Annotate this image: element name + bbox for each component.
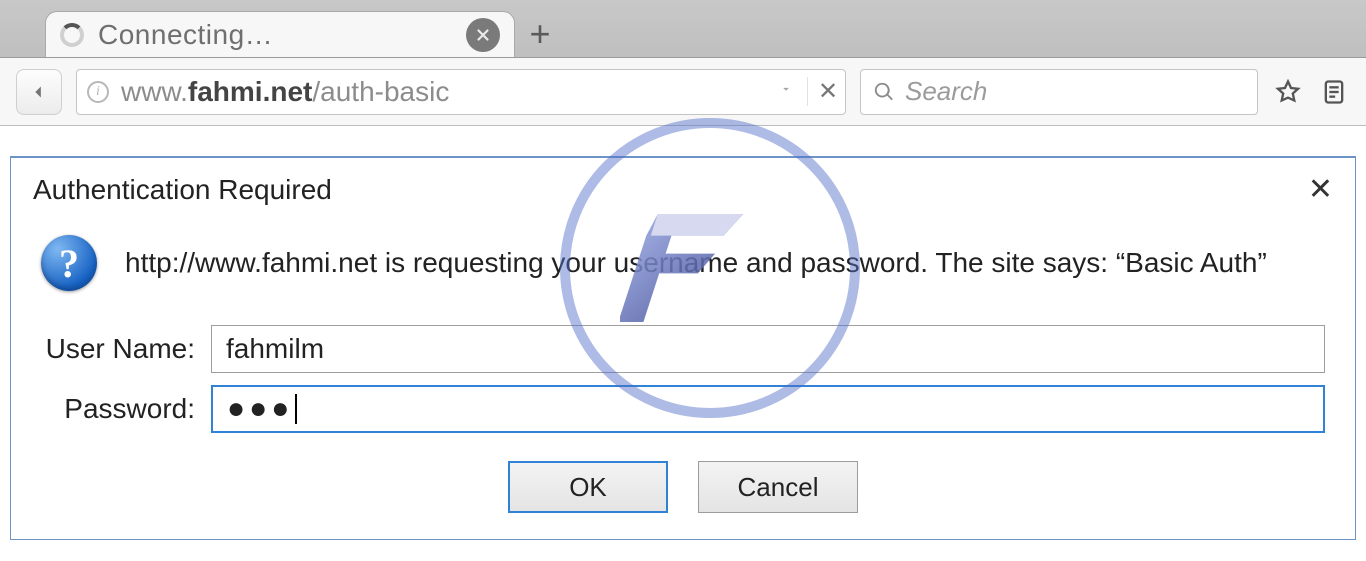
dialog-body: ? http://www.fahmi.net is requesting you… [11, 217, 1355, 319]
cancel-button[interactable]: Cancel [698, 461, 858, 513]
reading-list-button[interactable] [1318, 78, 1350, 106]
username-label: User Name: [41, 333, 211, 365]
ok-button[interactable]: OK [508, 461, 668, 513]
password-label: Password: [41, 393, 211, 425]
new-tab-button[interactable]: + [515, 11, 565, 57]
password-input[interactable]: ●●● [211, 385, 1325, 433]
search-placeholder: Search [905, 76, 987, 107]
tab-connecting[interactable]: Connecting… [45, 11, 515, 57]
dialog-button-row: OK Cancel [11, 439, 1355, 513]
url-path: /auth-basic [312, 76, 449, 107]
search-bar[interactable]: Search [860, 69, 1258, 115]
password-row: Password: ●●● [11, 379, 1355, 439]
username-row: User Name: [11, 319, 1355, 379]
dialog-header: Authentication Required ✕ [11, 158, 1355, 217]
tab-title: Connecting… [98, 19, 452, 51]
url-text: www.fahmi.net/auth-basic [121, 76, 765, 108]
loading-throbber-icon [60, 23, 84, 47]
dialog-close-button[interactable]: ✕ [1308, 172, 1333, 207]
password-masked: ●●● [227, 392, 293, 426]
url-prefix: www. [121, 76, 188, 107]
search-icon [873, 81, 895, 103]
auth-dialog: Authentication Required ✕ ? http://www.f… [10, 156, 1356, 540]
url-host: fahmi.net [188, 76, 312, 107]
site-info-icon[interactable]: i [87, 81, 109, 103]
dialog-message: http://www.fahmi.net is requesting your … [125, 244, 1267, 282]
question-icon: ? [41, 235, 97, 291]
dialog-title: Authentication Required [33, 174, 332, 206]
back-button[interactable] [16, 69, 62, 115]
username-input[interactable] [211, 325, 1325, 373]
text-cursor [295, 394, 297, 424]
url-bar[interactable]: i www.fahmi.net/auth-basic ✕ [76, 69, 846, 115]
browser-window: Connecting… + i www.fahmi.net/auth-basic… [0, 0, 1366, 561]
bookmark-star-button[interactable] [1272, 78, 1304, 106]
url-dropdown-icon[interactable] [777, 82, 795, 101]
tab-strip: Connecting… + [0, 0, 1366, 58]
tab-close-button[interactable] [466, 18, 500, 52]
nav-toolbar: i www.fahmi.net/auth-basic ✕ Search [0, 58, 1366, 126]
url-clear-button[interactable]: ✕ [807, 77, 835, 106]
